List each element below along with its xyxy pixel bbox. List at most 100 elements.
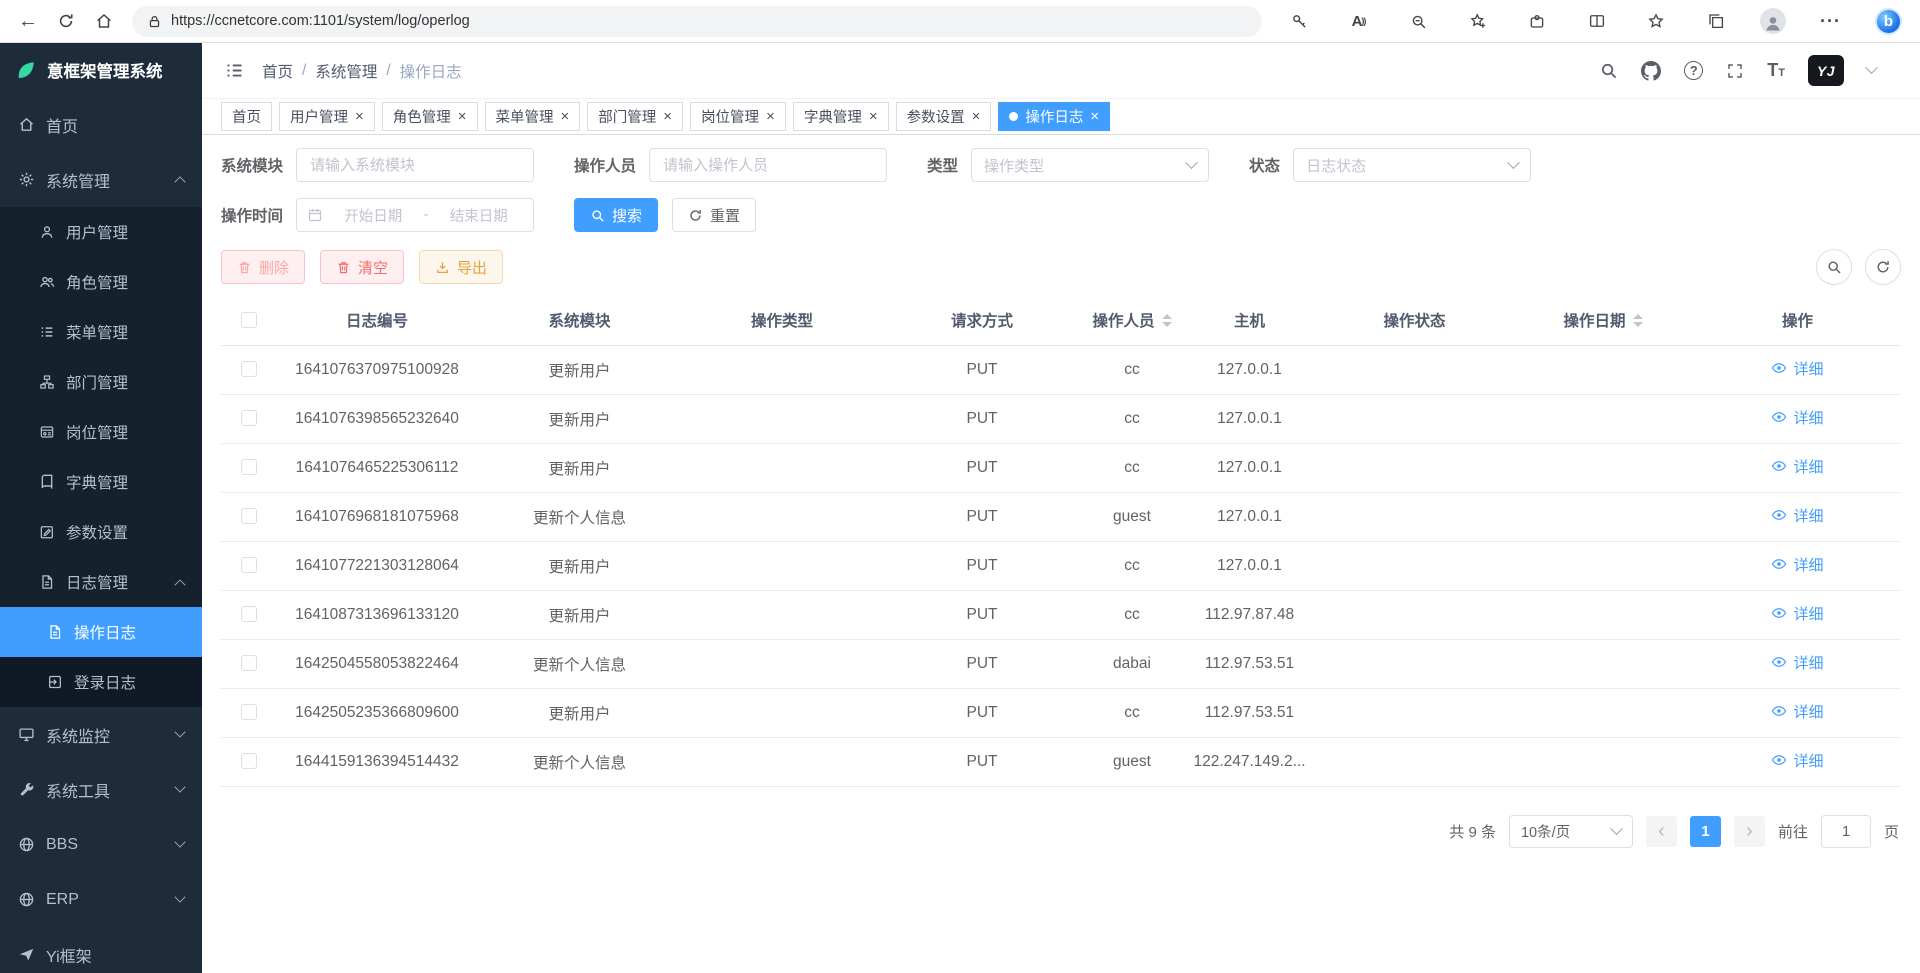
- sidebar-item-user-management[interactable]: 用户管理: [0, 207, 202, 257]
- browser-menu-icon[interactable]: ···: [1816, 4, 1846, 38]
- detail-link[interactable]: 详细: [1771, 505, 1823, 526]
- sort-carets-icon[interactable]: [1633, 314, 1643, 327]
- close-icon[interactable]: ×: [972, 109, 981, 124]
- row-checkbox[interactable]: [241, 606, 257, 622]
- close-icon[interactable]: ×: [561, 109, 570, 124]
- refresh-table-button[interactable]: [1865, 249, 1901, 285]
- detail-link[interactable]: 详细: [1771, 603, 1823, 624]
- sidebar-item-login-log[interactable]: 登录日志: [0, 657, 202, 707]
- clear-button[interactable]: 清空: [320, 250, 404, 284]
- chevron-down-icon[interactable]: [1865, 61, 1878, 74]
- sidebar-item-post-management[interactable]: 岗位管理: [0, 407, 202, 457]
- column-header-date[interactable]: 操作日期: [1512, 296, 1694, 345]
- bing-copilot-icon[interactable]: b: [1875, 8, 1902, 35]
- module-input[interactable]: [296, 148, 534, 182]
- row-checkbox[interactable]: [241, 704, 257, 720]
- tab-operation-log[interactable]: 操作日志×: [998, 102, 1110, 131]
- sidebar-item-system-tools[interactable]: 系统工具: [0, 762, 202, 817]
- page-number-button[interactable]: 1: [1690, 816, 1721, 847]
- user-avatar[interactable]: YJ: [1808, 55, 1844, 86]
- type-select[interactable]: 操作类型: [971, 148, 1209, 182]
- tab-home[interactable]: 首页: [221, 102, 272, 131]
- tab-dictionary-management[interactable]: 字典管理×: [793, 102, 889, 131]
- search-button[interactable]: 搜索: [574, 198, 658, 232]
- sidebar-item-department-management[interactable]: 部门管理: [0, 357, 202, 407]
- add-favorite-icon[interactable]: [1463, 4, 1493, 38]
- close-icon[interactable]: ×: [869, 109, 878, 124]
- tab-post-management[interactable]: 岗位管理×: [690, 102, 786, 131]
- operator-input[interactable]: [649, 148, 887, 182]
- sidebar-item-yi-framework[interactable]: Yi框架: [0, 927, 202, 973]
- password-key-icon[interactable]: [1284, 4, 1314, 38]
- reset-button[interactable]: 重置: [672, 198, 756, 232]
- next-page-button[interactable]: ›: [1734, 816, 1765, 847]
- close-icon[interactable]: ×: [458, 109, 467, 124]
- detail-link[interactable]: 详细: [1771, 456, 1823, 477]
- status-select[interactable]: 日志状态: [1293, 148, 1531, 182]
- row-checkbox[interactable]: [241, 410, 257, 426]
- extensions-icon[interactable]: [1522, 4, 1552, 38]
- close-icon[interactable]: ×: [1090, 109, 1099, 124]
- column-header-operator[interactable]: 操作人员: [1082, 296, 1182, 345]
- search-icon[interactable]: [1599, 61, 1618, 80]
- sidebar-item-operation-log[interactable]: 操作日志: [0, 607, 202, 657]
- row-checkbox[interactable]: [241, 361, 257, 377]
- home-icon[interactable]: [86, 4, 122, 38]
- row-checkbox[interactable]: [241, 557, 257, 573]
- address-bar[interactable]: https://ccnetcore.com:1101/system/log/op…: [132, 6, 1262, 37]
- browser-profile-avatar[interactable]: [1760, 8, 1786, 34]
- sidebar-item-system-monitoring[interactable]: 系统监控: [0, 707, 202, 762]
- hamburger-icon[interactable]: [224, 60, 245, 81]
- page-jump-input[interactable]: [1821, 815, 1871, 848]
- row-checkbox[interactable]: [241, 459, 257, 475]
- row-checkbox[interactable]: [241, 655, 257, 671]
- font-size-icon[interactable]: TT: [1767, 60, 1785, 81]
- detail-link[interactable]: 详细: [1771, 750, 1823, 771]
- row-checkbox[interactable]: [241, 753, 257, 769]
- select-all-checkbox[interactable]: [241, 312, 257, 328]
- sort-carets-icon[interactable]: [1162, 314, 1172, 327]
- sidebar-item-erp[interactable]: ERP: [0, 872, 202, 927]
- prev-page-button[interactable]: ‹: [1646, 816, 1677, 847]
- tab-role-management[interactable]: 角色管理×: [382, 102, 478, 131]
- back-icon[interactable]: ←: [10, 4, 46, 38]
- date-range-input[interactable]: 开始日期 - 结束日期: [296, 198, 534, 232]
- sidebar-item-parameter-settings[interactable]: 参数设置: [0, 507, 202, 557]
- tab-parameter-settings[interactable]: 参数设置×: [896, 102, 992, 131]
- tab-user-management[interactable]: 用户管理×: [279, 102, 375, 131]
- detail-link[interactable]: 详细: [1771, 554, 1823, 575]
- help-icon[interactable]: ?: [1684, 61, 1703, 80]
- detail-link[interactable]: 详细: [1771, 358, 1823, 379]
- zoom-out-icon[interactable]: [1403, 4, 1433, 38]
- close-icon[interactable]: ×: [355, 109, 364, 124]
- read-aloud-icon[interactable]: A)): [1344, 4, 1374, 38]
- github-icon[interactable]: [1641, 61, 1661, 81]
- collections-icon[interactable]: [1701, 4, 1731, 38]
- detail-link[interactable]: 详细: [1771, 701, 1823, 722]
- app-logo[interactable]: 意框架管理系统: [0, 43, 202, 97]
- close-icon[interactable]: ×: [663, 109, 672, 124]
- sidebar-item-home[interactable]: 首页: [0, 97, 202, 152]
- tab-menu-management[interactable]: 菜单管理×: [485, 102, 581, 131]
- row-checkbox[interactable]: [241, 508, 257, 524]
- favorites-icon[interactable]: [1641, 4, 1671, 38]
- sidebar-item-system-management[interactable]: 系统管理: [0, 152, 202, 207]
- export-button[interactable]: 导出: [419, 250, 503, 284]
- sidebar-item-log-management[interactable]: 日志管理: [0, 557, 202, 607]
- breadcrumb-item[interactable]: 系统管理: [315, 60, 377, 82]
- page-size-select[interactable]: 10条/页: [1509, 815, 1633, 848]
- toggle-search-button[interactable]: [1816, 249, 1852, 285]
- fullscreen-icon[interactable]: [1726, 62, 1744, 80]
- sidebar-item-role-management[interactable]: 角色管理: [0, 257, 202, 307]
- detail-link[interactable]: 详细: [1771, 407, 1823, 428]
- refresh-icon[interactable]: [48, 4, 84, 38]
- sidebar-item-bbs[interactable]: BBS: [0, 817, 202, 872]
- detail-link[interactable]: 详细: [1771, 652, 1823, 673]
- close-icon[interactable]: ×: [766, 109, 775, 124]
- delete-button[interactable]: 删除: [221, 250, 305, 284]
- sidebar-item-menu-management[interactable]: 菜单管理: [0, 307, 202, 357]
- split-screen-icon[interactable]: [1582, 4, 1612, 38]
- tab-department-management[interactable]: 部门管理×: [587, 102, 683, 131]
- sidebar-item-dictionary-management[interactable]: 字典管理: [0, 457, 202, 507]
- breadcrumb-item[interactable]: 首页: [262, 60, 293, 82]
